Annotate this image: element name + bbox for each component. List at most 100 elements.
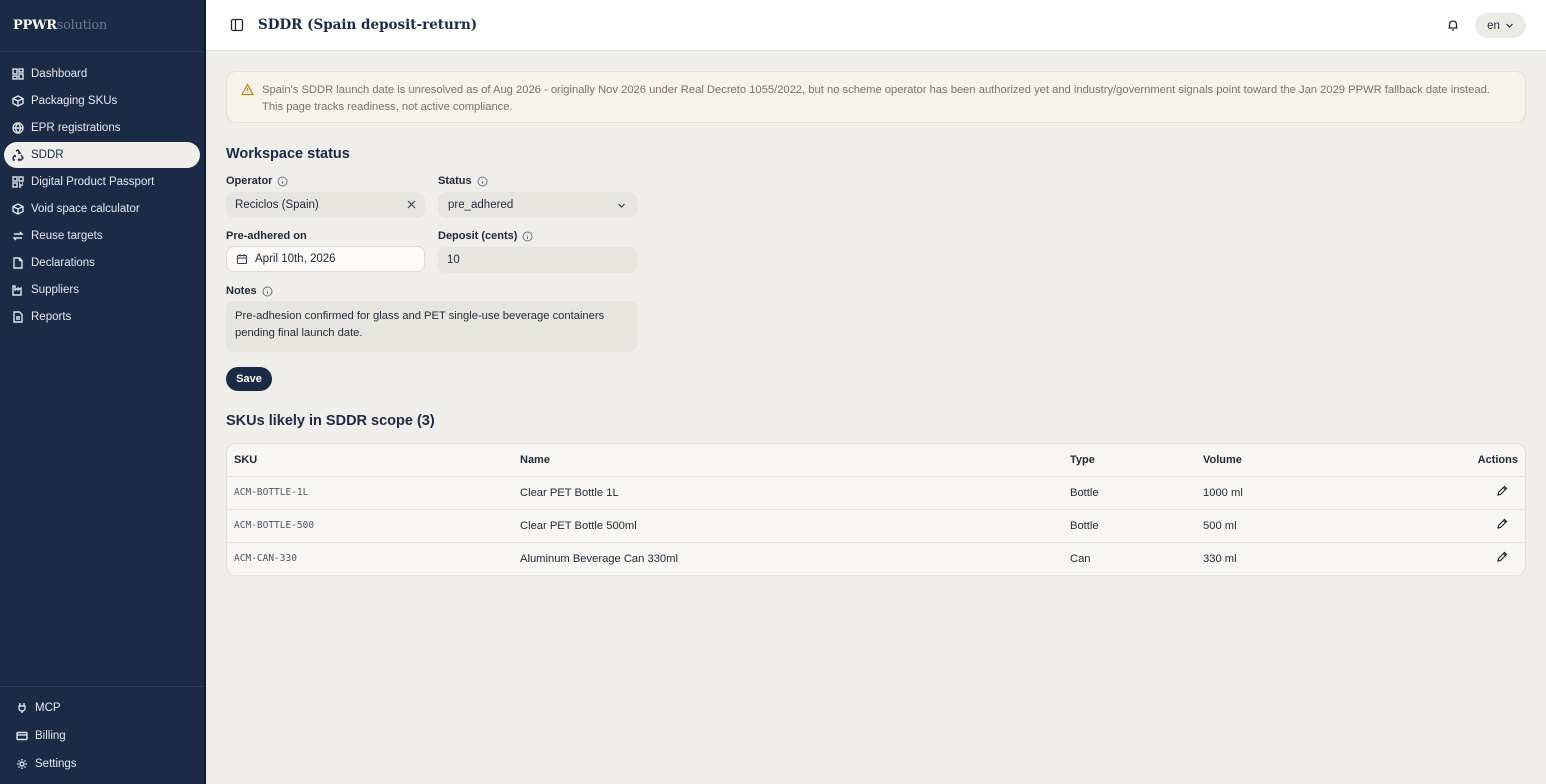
actions-cell — [1396, 542, 1525, 575]
calendar-icon — [236, 253, 248, 265]
save-button[interactable]: Save — [226, 367, 272, 391]
actions-cell — [1396, 509, 1525, 543]
page-title: SDDR (Spain deposit-return) — [258, 17, 478, 33]
repeat-icon — [12, 230, 24, 242]
sidebar-item-suppliers[interactable]: Suppliers — [4, 277, 200, 303]
credit-card-icon — [16, 730, 28, 742]
deposit-value: 10 — [447, 254, 460, 266]
column-header-sku: SKU — [227, 444, 513, 477]
clear-icon[interactable] — [406, 199, 417, 213]
sidebar-item-sddr[interactable]: SDDR — [4, 142, 200, 168]
main-content: Spain's SDDR launch date is unresolved a… — [226, 71, 1526, 576]
type-cell: Can — [1070, 552, 1091, 565]
info-icon[interactable] — [522, 231, 533, 242]
edit-pencil-icon[interactable] — [1496, 518, 1508, 530]
operator-label: Operator — [226, 175, 288, 187]
deposit-label: Deposit (cents) — [438, 230, 533, 242]
sidebar-nav: Dashboard Packaging SKUs EPR registratio… — [0, 52, 204, 330]
warning-text: Spain's SDDR launch date is unresolved a… — [262, 84, 1490, 113]
status-label-text: Status — [438, 175, 472, 187]
info-icon[interactable] — [277, 176, 288, 187]
sidebar-toggle-icon[interactable] — [230, 18, 244, 32]
sku-cell: ACM-BOTTLE-500 — [227, 509, 513, 543]
column-header-actions: Actions — [1396, 444, 1525, 477]
table-row: ACM-BOTTLE-1L Clear PET Bottle 1L Bottle… — [227, 476, 1525, 510]
qr-code-icon — [12, 176, 24, 188]
notes-label-text: Notes — [226, 285, 257, 297]
sidebar-item-label: MCP — [35, 702, 61, 714]
sidebar-item-label: Declarations — [31, 257, 95, 269]
sidebar-item-label: SDDR — [31, 149, 64, 161]
sidebar-bottom-nav: MCP Billing Settings — [0, 686, 204, 784]
deposit-input[interactable]: 10 — [438, 247, 637, 273]
bell-icon[interactable] — [1446, 18, 1460, 32]
column-header-volume: Volume — [1196, 444, 1396, 477]
pre-adhered-label: Pre-adhered on — [226, 230, 307, 242]
edit-pencil-icon[interactable] — [1496, 485, 1508, 497]
gear-icon — [16, 758, 28, 770]
sidebar-item-label: Dashboard — [31, 68, 88, 80]
sidebar-item-billing[interactable]: Billing — [4, 723, 200, 749]
type-cell: Bottle — [1063, 476, 1196, 510]
operator-value: Reciclos (Spain) — [235, 199, 319, 211]
sidebar-item-reports[interactable]: Reports — [4, 304, 200, 330]
sidebar-item-label: Packaging SKUs — [31, 95, 118, 107]
table-row: ACM-BOTTLE-500 Clear PET Bottle 500ml Bo… — [227, 509, 1525, 543]
type-cell: Bottle — [1063, 509, 1196, 543]
factory-icon — [12, 284, 24, 296]
operator-select[interactable]: Reciclos (Spain) — [226, 192, 425, 218]
sidebar-item-label: Reuse targets — [31, 230, 103, 242]
status-label: Status — [438, 175, 488, 187]
sidebar-item-void-space-calculator[interactable]: Void space calculator — [4, 196, 200, 222]
globe-icon — [12, 122, 24, 134]
sidebar-item-label: EPR registrations — [31, 122, 121, 134]
operator-label-text: Operator — [226, 175, 273, 187]
brand-name-part2: solution — [56, 18, 108, 33]
language-selector[interactable]: en — [1475, 13, 1526, 38]
volume-cell: 500 ml — [1196, 509, 1396, 543]
sku-cell: ACM-CAN-330 — [234, 553, 297, 565]
workspace-status-title: Workspace status — [226, 146, 350, 162]
warning-banner: Spain's SDDR launch date is unresolved a… — [226, 71, 1526, 123]
pre-adhered-date-picker[interactable]: April 10th, 2026 — [226, 246, 425, 272]
sidebar-item-mcp[interactable]: MCP — [4, 695, 200, 721]
info-icon[interactable] — [262, 286, 273, 297]
dashboard-icon — [12, 68, 24, 80]
sidebar-item-reuse-targets[interactable]: Reuse targets — [4, 223, 200, 249]
chevron-down-icon — [617, 201, 626, 213]
status-value: pre_adhered — [448, 199, 514, 211]
notes-textarea[interactable]: Pre-adhesion confirmed for glass and PET… — [226, 301, 637, 352]
edit-pencil-icon[interactable] — [1496, 551, 1508, 563]
volume-cell: 330 ml — [1203, 552, 1237, 565]
warning-icon — [240, 83, 255, 96]
status-select[interactable]: pre_adhered — [438, 192, 637, 218]
sku-cell: ACM-BOTTLE-1L — [227, 476, 513, 510]
info-icon[interactable] — [477, 176, 488, 187]
brand-logo[interactable]: PPWR solution — [0, 0, 204, 52]
sidebar-item-digital-product-passport[interactable]: Digital Product Passport — [4, 169, 200, 195]
name-cell: Aluminum Beverage Can 330ml — [520, 552, 678, 565]
column-header-type: Type — [1063, 444, 1196, 477]
column-header-name: Name — [513, 444, 1063, 477]
name-cell: Clear PET Bottle 500ml — [513, 509, 1063, 543]
sidebar-item-declarations[interactable]: Declarations — [4, 250, 200, 276]
table-header-row: SKU Name Type Volume Actions — [227, 444, 1525, 477]
sidebar-item-label: Suppliers — [31, 284, 79, 296]
sidebar-item-epr-registrations[interactable]: EPR registrations — [4, 115, 200, 141]
sidebar-item-label: Void space calculator — [31, 203, 140, 215]
sidebar-item-packaging-skus[interactable]: Packaging SKUs — [4, 88, 200, 114]
sidebar-item-label: Digital Product Passport — [31, 176, 155, 188]
pre-adhered-value: April 10th, 2026 — [255, 253, 336, 265]
sidebar-item-settings[interactable]: Settings — [4, 751, 200, 777]
notes-value: Pre-adhesion confirmed for glass and PET… — [235, 310, 605, 339]
skus-table: SKU Name Type Volume Actions ACM-BOTTLE-… — [226, 443, 1526, 576]
sidebar-item-label: Reports — [31, 311, 72, 323]
sidebar: PPWR solution Dashboard Packaging SKUs EP… — [0, 0, 206, 784]
sidebar-item-label: Billing — [35, 730, 66, 742]
name-cell: Clear PET Bottle 1L — [513, 476, 1063, 510]
notes-label: Notes — [226, 285, 273, 297]
top-header: SDDR (Spain deposit-return) en — [206, 0, 1546, 51]
sidebar-item-dashboard[interactable]: Dashboard — [4, 61, 200, 87]
table-row: ACM-CAN-330 Aluminum Beverage Can 330ml … — [227, 542, 1525, 575]
file-icon — [12, 257, 24, 269]
